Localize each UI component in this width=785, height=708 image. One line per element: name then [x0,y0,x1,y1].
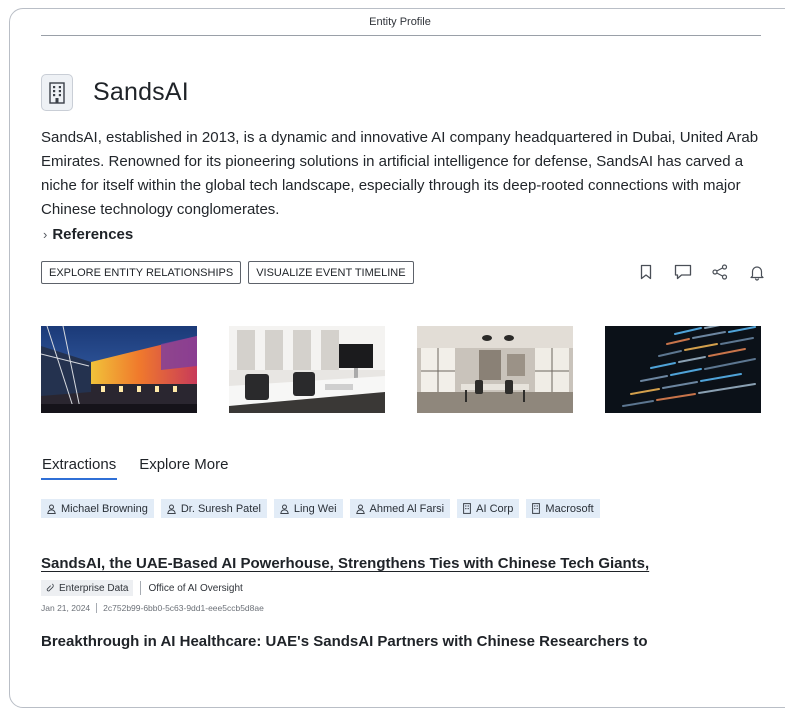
article-source: Office of AI Oversight [148,582,243,594]
chip-ling-wei[interactable]: Ling Wei [273,499,343,518]
gallery-image-building[interactable] [41,326,197,413]
chip-ai-corp[interactable]: AI Corp [457,499,520,518]
chip-label: Michael Browning [61,502,148,515]
gallery-image-loft-office[interactable] [417,326,573,413]
building-icon [41,74,73,111]
article-subinfo: Jan 21, 2024 2c752b99-6bb0-5c63-9dd1-eee… [41,603,649,613]
chip-macrosoft[interactable]: Macrosoft [526,499,600,518]
entity-name: SandsAI [93,78,189,106]
tab-bar: Extractions Explore More [41,456,229,480]
title-divider [41,35,761,36]
gallery-image-code-screen[interactable] [605,326,761,413]
meta-divider [140,581,142,595]
article-title-link[interactable]: SandsAI, the UAE-Based AI Powerhouse, St… [41,555,649,572]
references-toggle[interactable]: › References [43,226,133,243]
share-icon[interactable] [710,262,730,282]
tab-explore-more[interactable]: Explore More [138,456,229,480]
building-icon [532,503,541,514]
toolbar-icons [636,262,767,282]
gallery-image-office-desk[interactable] [229,326,385,413]
meta-divider [96,603,98,613]
article-item: SandsAI, the UAE-Based AI Powerhouse, St… [41,555,649,613]
building-icon [463,503,472,514]
person-icon [167,504,176,514]
tab-extractions[interactable]: Extractions [41,456,118,480]
comment-icon[interactable] [673,262,693,282]
chip-label: Ahmed Al Farsi [369,502,445,515]
article-tag-label: Enterprise Data [59,582,129,594]
page-title: Entity Profile [369,16,431,28]
article-id: 2c752b99-6bb0-5c63-9dd1-eee5ccb5d8ae [103,603,264,613]
chip-ahmed-al-farsi[interactable]: Ahmed Al Farsi [349,499,451,518]
chip-suresh-patel[interactable]: Dr. Suresh Patel [160,499,267,518]
action-buttons: EXPLORE ENTITY RELATIONSHIPS VISUALIZE E… [41,261,414,284]
image-gallery [41,326,761,413]
entity-chips: Michael Browning Dr. Suresh Patel Ling W… [41,499,600,518]
references-label: References [52,226,134,243]
article-meta: Enterprise Data Office of AI Oversight [41,580,649,596]
chip-label: AI Corp [476,502,514,515]
article-title-link[interactable]: Breakthrough in AI Healthcare: UAE's San… [41,633,648,650]
person-icon [280,504,289,514]
chip-michael-browning[interactable]: Michael Browning [41,499,154,518]
chip-label: Macrosoft [545,502,594,515]
article-item: Breakthrough in AI Healthcare: UAE's San… [41,633,648,650]
entity-description: SandsAI, established in 2013, is a dynam… [41,129,759,218]
entity-header: SandsAI [41,74,189,111]
visualize-event-timeline-button[interactable]: VISUALIZE EVENT TIMELINE [248,261,414,284]
bookmark-icon[interactable] [636,262,656,282]
chip-label: Dr. Suresh Patel [180,502,261,515]
chevron-right-icon: › [43,227,48,242]
article-tag[interactable]: Enterprise Data [41,580,134,596]
chip-label: Ling Wei [293,502,337,515]
person-icon [47,504,56,514]
tag-icon [46,583,54,592]
bell-icon[interactable] [747,262,767,282]
person-icon [355,504,365,514]
explore-entity-relationships-button[interactable]: EXPLORE ENTITY RELATIONSHIPS [41,261,242,284]
article-date: Jan 21, 2024 [41,603,91,613]
